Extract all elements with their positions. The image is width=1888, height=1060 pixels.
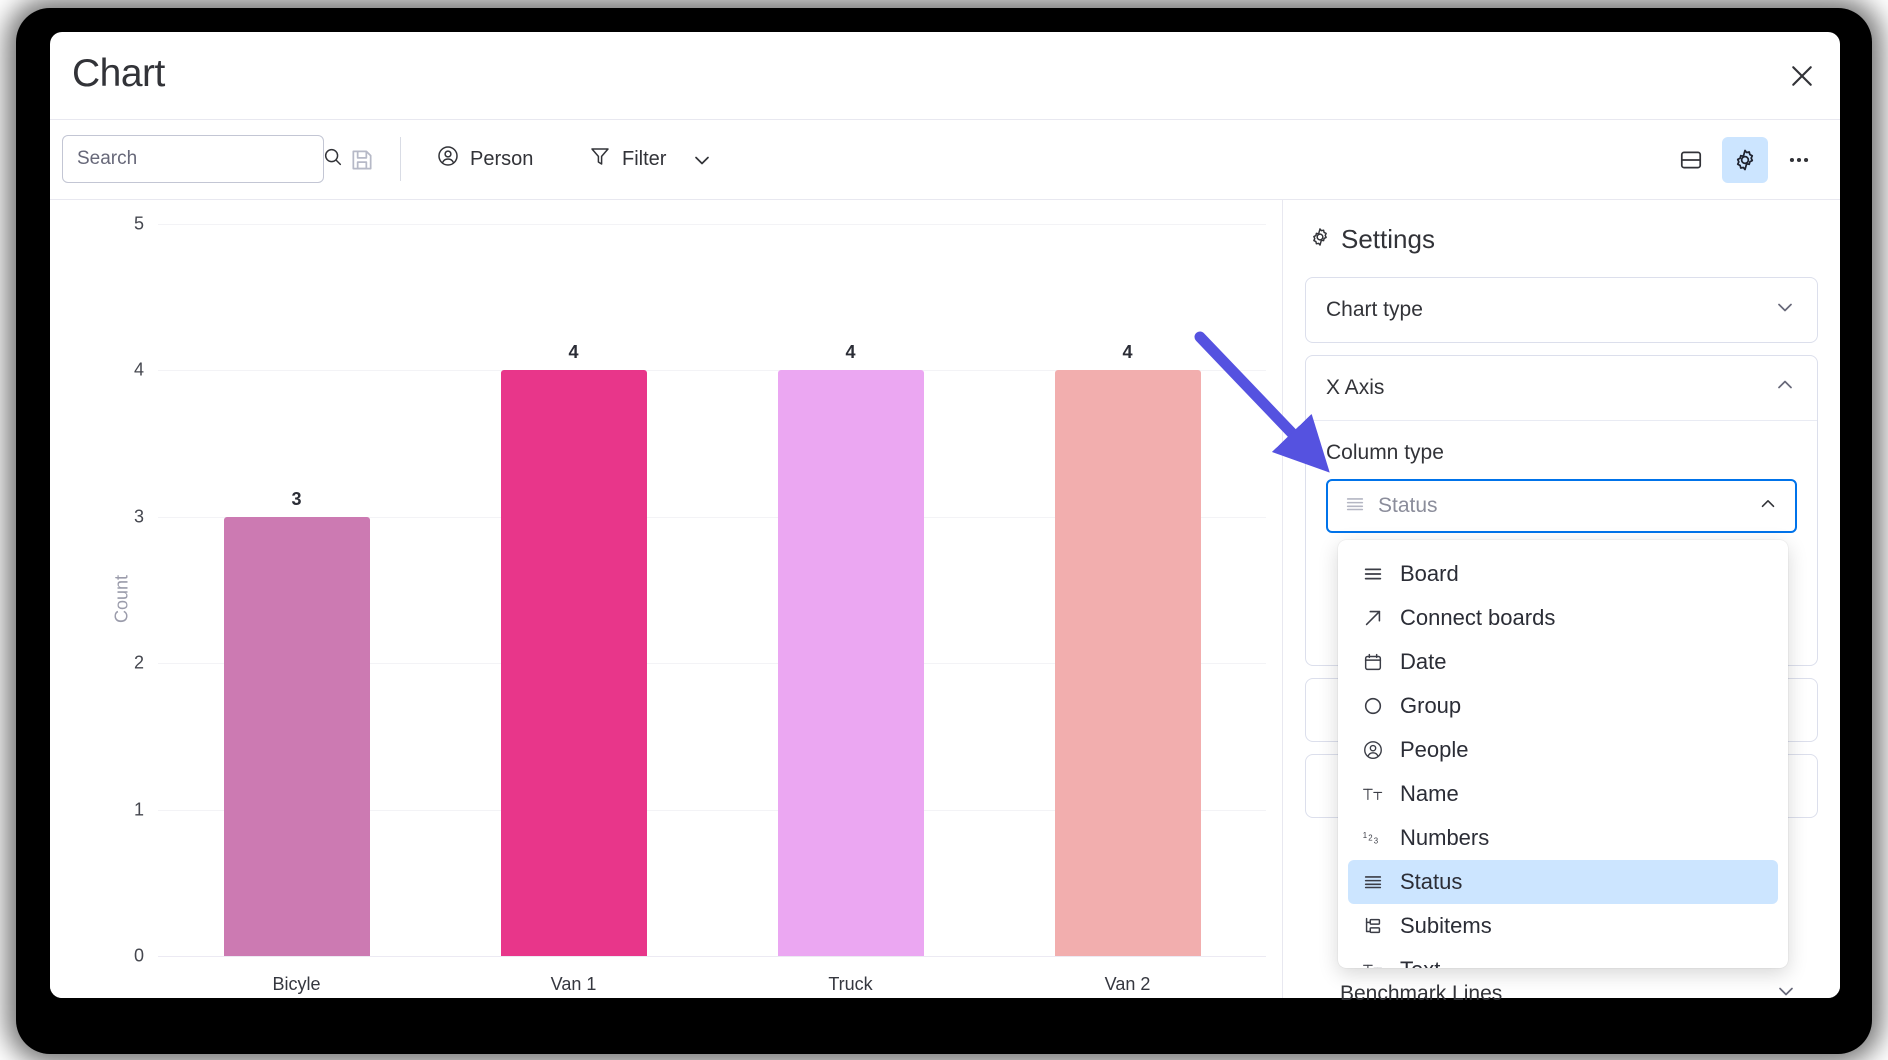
- dropdown-option-people[interactable]: People: [1348, 728, 1778, 772]
- x-axis-tick: Bicyle: [272, 974, 321, 994]
- split-view-icon[interactable]: [1668, 137, 1714, 183]
- chart-bar[interactable]: [1054, 370, 1201, 956]
- person-filter-label: Person: [470, 147, 534, 170]
- dropdown-option-group[interactable]: Group: [1348, 684, 1778, 728]
- bar-value-label: 3: [291, 488, 302, 509]
- svg-text:1: 1: [1363, 831, 1367, 840]
- dropdown-option-label: Status: [1400, 869, 1463, 894]
- y-axis-tick: 4: [133, 359, 144, 380]
- page-title: Chart: [72, 52, 165, 95]
- chart-bar[interactable]: [223, 516, 370, 956]
- gridline: 0: [134, 946, 1266, 966]
- panel-chart-type: Chart type: [1305, 277, 1818, 343]
- dropdown-option-label: Numbers: [1400, 825, 1490, 850]
- save-disk-icon[interactable]: [342, 140, 382, 180]
- bar-value-label: 4: [1122, 342, 1133, 363]
- screenshot-root: Chart Search Person Filter Count 0 1 2 3…: [0, 0, 1888, 1060]
- dropdown-option-status[interactable]: Status: [1348, 860, 1778, 904]
- bar-value-label: 4: [568, 342, 579, 363]
- dropdown-option-board[interactable]: Board: [1348, 552, 1778, 596]
- svg-text:3: 3: [1374, 837, 1379, 846]
- filter-button[interactable]: Filter: [580, 137, 674, 181]
- search-input[interactable]: [62, 135, 342, 183]
- toolbar-right-group: [1668, 137, 1822, 183]
- svg-text:2: 2: [1368, 833, 1372, 842]
- dropdown-option-label: Date: [1400, 649, 1447, 674]
- arrow-up-right-icon: [1362, 607, 1384, 629]
- benchmark-lines-label: Benchmark Lines: [1340, 982, 1503, 1005]
- status-lines-icon: [1362, 871, 1384, 893]
- person-circle-icon: [436, 144, 460, 174]
- toolbar: Person Filter: [50, 120, 1840, 200]
- circle-icon: [1362, 695, 1384, 717]
- board-lines-icon: [1362, 563, 1384, 585]
- dropdown-option-date[interactable]: Date: [1348, 640, 1778, 684]
- dropdown-option-label: People: [1400, 737, 1469, 762]
- funnel-icon: [588, 144, 612, 174]
- panel-x-axis-header[interactable]: X Axis: [1306, 356, 1817, 420]
- column-type-select[interactable]: Status: [1326, 479, 1797, 533]
- person-filter-button[interactable]: Person: [428, 137, 541, 181]
- chevron-down-icon[interactable]: [1774, 979, 1798, 1009]
- filter-label: Filter: [622, 147, 667, 170]
- benchmark-lines-header[interactable]: Benchmark Lines: [1320, 962, 1818, 1026]
- column-type-value: Status: [1378, 494, 1438, 517]
- dropdown-option-name[interactable]: Name: [1348, 772, 1778, 816]
- dropdown-option-connect-boards[interactable]: Connect boards: [1348, 596, 1778, 640]
- text-tt-icon: [1362, 783, 1384, 805]
- dropdown-option-subitems[interactable]: Subitems: [1348, 904, 1778, 948]
- dropdown-option-numbers[interactable]: 1 2 3 Numbers: [1348, 816, 1778, 860]
- person-circle-icon: [1362, 739, 1384, 761]
- chevron-up-icon[interactable]: [1773, 373, 1797, 403]
- numbers-123-icon: 123: [1362, 827, 1384, 849]
- toolbar-divider: [400, 137, 401, 181]
- panel-chart-type-label: Chart type: [1326, 298, 1423, 321]
- gridline: 5: [134, 214, 1266, 234]
- x-axis-tick: Van 2: [1104, 974, 1151, 994]
- close-icon[interactable]: [1782, 56, 1822, 96]
- settings-heading: Settings: [1305, 224, 1818, 255]
- dropdown-option-label: Group: [1400, 693, 1462, 718]
- settings-title-label: Settings: [1341, 224, 1435, 254]
- panel-x-axis-label: X Axis: [1326, 376, 1385, 399]
- panel-chart-type-header[interactable]: Chart type: [1306, 278, 1817, 342]
- column-type-dropdown[interactable]: Board Connect boards Date Group People Name 1 2…: [1338, 540, 1788, 968]
- y-axis-label: Count: [111, 574, 132, 624]
- subitems-tree-icon: [1362, 915, 1384, 937]
- status-lines-icon: [1344, 493, 1366, 520]
- chevron-down-icon[interactable]: [690, 148, 714, 177]
- y-axis-tick: 1: [133, 799, 144, 820]
- modal-header: Chart: [50, 32, 1840, 120]
- column-type-label: Column type: [1326, 441, 1444, 464]
- dropdown-option-label: Name: [1400, 781, 1459, 806]
- gear-icon: [1309, 224, 1331, 255]
- search-input-field[interactable]: [77, 148, 322, 170]
- more-dots-icon[interactable]: [1776, 137, 1822, 183]
- dropdown-option-label: Subitems: [1400, 913, 1492, 938]
- y-axis-tick: 2: [133, 652, 144, 673]
- plot-area: 0 1 2 3 4 5 3 Bicyle 4 Van 1 4 Truck 4 Van 2: [134, 214, 1266, 994]
- dropdown-option-label: Board: [1400, 561, 1459, 586]
- chart-bar[interactable]: [777, 370, 924, 956]
- y-axis-tick: 5: [133, 213, 144, 234]
- bar-value-label: 4: [845, 342, 856, 363]
- search-icon: [322, 146, 344, 173]
- chart-pane: Count 0 1 2 3 4 5 3 Bicyle 4 Van 1 4 Truck 4 Van 2: [50, 200, 1283, 998]
- x-axis-tick: Van 1: [550, 974, 597, 994]
- y-axis-tick: 3: [133, 506, 144, 527]
- dropdown-option-label: Connect boards: [1400, 605, 1556, 630]
- chevron-down-icon[interactable]: [1773, 295, 1797, 325]
- calendar-icon: [1362, 651, 1384, 673]
- y-axis-tick: 0: [133, 945, 144, 966]
- chart-bar[interactable]: [500, 370, 647, 956]
- gear-icon[interactable]: [1722, 137, 1768, 183]
- chevron-up-icon[interactable]: [1757, 493, 1779, 520]
- x-axis-tick: Truck: [828, 974, 873, 994]
